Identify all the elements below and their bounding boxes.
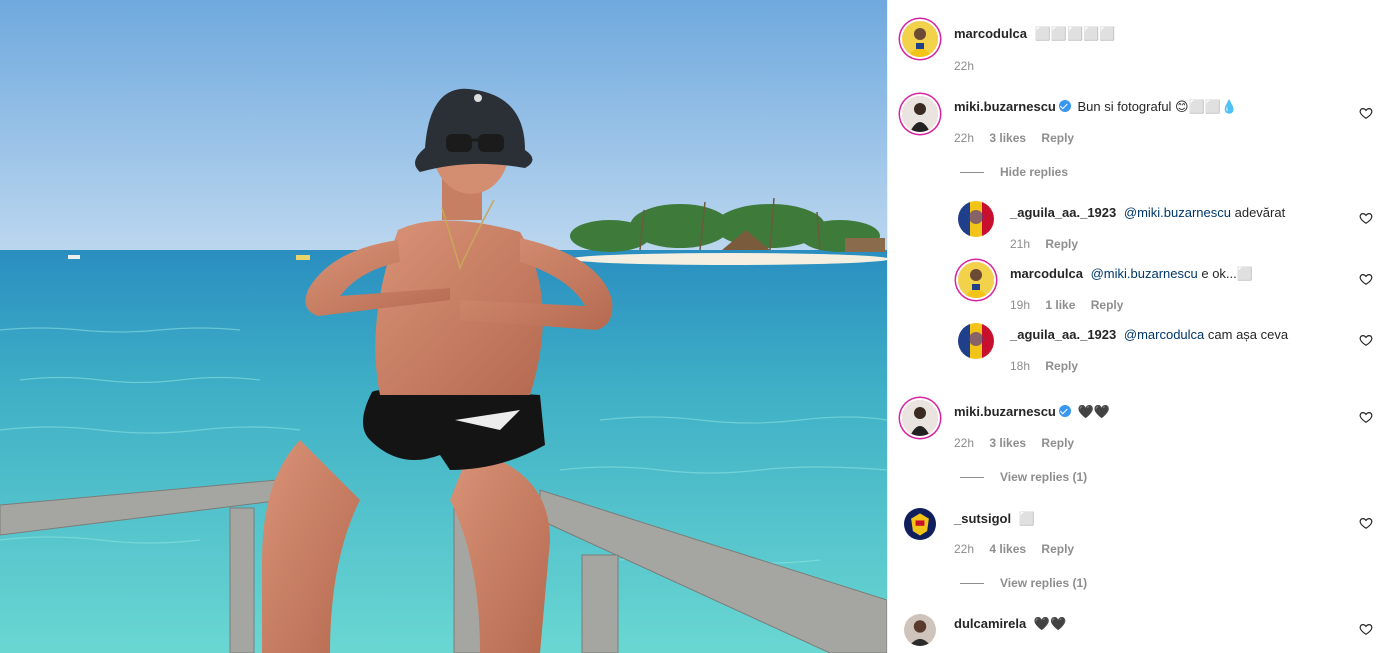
hide-replies-button[interactable]: Hide replies (960, 164, 1068, 180)
timestamp[interactable]: 22h (954, 131, 974, 145)
avatar[interactable] (958, 323, 994, 359)
reply-button[interactable]: Reply (1045, 237, 1078, 251)
username[interactable]: miki.buzarnescu (954, 404, 1056, 419)
verified-badge-icon (1058, 405, 1071, 417)
comments-panel: marcodulca ⬜⬜⬜⬜⬜ 22h miki.buzarnescu Bun… (887, 0, 1385, 653)
avatar[interactable] (958, 201, 994, 237)
mention-link[interactable]: @marcodulca (1124, 327, 1204, 342)
reply-button[interactable]: Reply (1041, 542, 1074, 556)
toggle-label: Hide replies (1000, 165, 1069, 179)
view-replies-button[interactable]: View replies (1) (960, 575, 1087, 591)
like-count[interactable]: 3 likes (989, 436, 1026, 450)
username[interactable]: _aguila_aa._1923 (1010, 205, 1116, 220)
reply-button[interactable]: Reply (1045, 359, 1078, 373)
avatar[interactable] (902, 96, 938, 132)
mention-link[interactable]: @miki.buzarnescu (1124, 205, 1231, 220)
avatar[interactable] (902, 400, 938, 436)
comment-text: e ok...⬜ (1197, 266, 1253, 281)
reply-button[interactable]: Reply (1041, 131, 1074, 145)
like-count[interactable]: 4 likes (989, 542, 1026, 556)
comment-text: 🖤🖤 (1077, 404, 1110, 419)
toggle-label: View replies (1) (1000, 576, 1088, 590)
reply-button[interactable]: Reply (1041, 436, 1074, 450)
avatar[interactable] (904, 508, 936, 540)
mention-link[interactable]: @miki.buzarnescu (1091, 266, 1198, 281)
verified-badge-icon (1058, 100, 1071, 112)
heart-outline-icon[interactable] (1359, 333, 1373, 347)
username[interactable]: _sutsigol (954, 511, 1011, 526)
avatar[interactable] (958, 262, 994, 298)
avatar[interactable] (904, 614, 936, 646)
toggle-label: View replies (1) (1000, 470, 1088, 484)
post-photo[interactable] (0, 0, 887, 653)
heart-outline-icon[interactable] (1359, 516, 1373, 530)
divider (960, 477, 984, 479)
username[interactable]: marcodulca (1010, 266, 1083, 281)
username[interactable]: miki.buzarnescu (954, 99, 1056, 114)
comment-text: Bun si fotograful 😊⬜⬜💧 (1077, 99, 1238, 114)
heart-outline-icon[interactable] (1359, 622, 1373, 636)
timestamp[interactable]: 19h (1010, 298, 1030, 312)
comment-text: cam așa ceva (1204, 327, 1289, 342)
username[interactable]: dulcamirela (954, 616, 1026, 631)
heart-outline-icon[interactable] (1359, 410, 1373, 424)
username[interactable]: _aguila_aa._1923 (1010, 327, 1116, 342)
like-count[interactable]: 1 like (1045, 298, 1075, 312)
timestamp[interactable]: 22h (954, 542, 974, 556)
caption-text: ⬜⬜⬜⬜⬜ (1034, 26, 1116, 41)
comment-text: 🖤🖤 (1033, 616, 1067, 631)
heart-outline-icon[interactable] (1359, 211, 1373, 225)
comment-text: ⬜ (1018, 511, 1035, 526)
timestamp[interactable]: 18h (1010, 359, 1030, 373)
divider (960, 583, 984, 585)
timestamp[interactable]: 22h (954, 59, 974, 73)
timestamp[interactable]: 22h (954, 436, 974, 450)
username[interactable]: marcodulca (954, 26, 1027, 41)
view-replies-button[interactable]: View replies (1) (960, 469, 1087, 485)
timestamp[interactable]: 21h (1010, 237, 1030, 251)
avatar[interactable] (902, 21, 938, 57)
comment-text: adevărat (1231, 205, 1286, 220)
heart-outline-icon[interactable] (1359, 106, 1373, 120)
divider (960, 172, 984, 174)
reply-button[interactable]: Reply (1091, 298, 1124, 312)
post-image (0, 0, 887, 653)
heart-outline-icon[interactable] (1359, 272, 1373, 286)
like-count[interactable]: 3 likes (989, 131, 1026, 145)
